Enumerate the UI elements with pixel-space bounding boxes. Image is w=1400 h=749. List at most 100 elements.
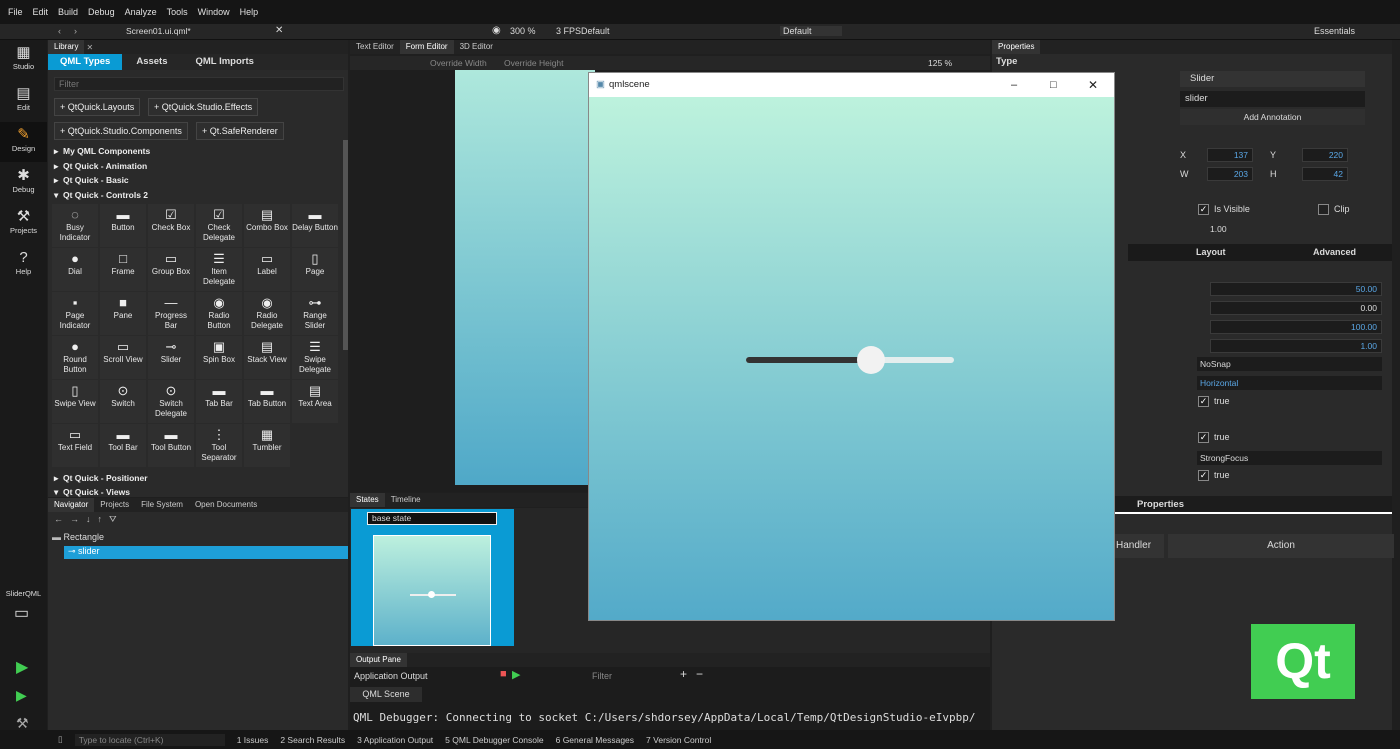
debug-run-icon[interactable]: ▶ <box>16 687 27 704</box>
tree-animation[interactable]: ▸ Qt Quick - Animation <box>54 161 147 172</box>
close-file-icon[interactable]: ✕ <box>275 25 283 36</box>
orientation-combo[interactable]: Horizontal <box>1197 376 1382 390</box>
tab-file-system[interactable]: File System <box>135 498 189 512</box>
hover-checkbox[interactable]: ✓ true <box>1198 470 1230 482</box>
component-busy-indicator[interactable]: ◌ Busy Indicator <box>52 204 98 247</box>
tree-controls-2[interactable]: ▾ Qt Quick - Controls 2 <box>54 190 148 201</box>
menu-help[interactable]: Help <box>240 7 259 17</box>
tab-advanced[interactable]: Advanced <box>1313 244 1356 261</box>
mode-help[interactable]: ? Help <box>0 245 47 285</box>
type-field[interactable]: Slider <box>1180 71 1365 87</box>
x-input[interactable]: 137 <box>1207 148 1253 162</box>
tab-states[interactable]: States <box>350 493 385 507</box>
component-slider[interactable]: ⊸ Slider <box>148 336 194 379</box>
from-input[interactable]: 0.00 <box>1210 301 1382 315</box>
tab-form-editor[interactable]: Form Editor <box>399 40 454 54</box>
slider-handle[interactable] <box>856 346 885 374</box>
menu-tools[interactable]: Tools <box>167 7 188 17</box>
locator-input[interactable]: Type to locate (Ctrl+K) <box>74 733 225 746</box>
component-text-area[interactable]: ▤ Text Area <box>292 380 338 423</box>
mode-design[interactable]: ✎ Design <box>0 122 47 162</box>
library-scrollbar[interactable] <box>343 140 348 350</box>
tab-text-editor[interactable]: Text Editor <box>350 40 400 54</box>
component-swipe-view[interactable]: ▯ Swipe View <box>52 380 98 423</box>
component-radio-button[interactable]: ◉ Radio Button <box>196 292 242 335</box>
clip-checkbox[interactable]: Clip <box>1318 204 1350 216</box>
application-output-combo[interactable]: Application Output <box>354 671 428 681</box>
tab-output-pane[interactable]: Output Pane <box>350 653 407 667</box>
status-issues[interactable]: 1 Issues <box>237 735 269 745</box>
import-studio-effects[interactable]: + QtQuick.Studio.Effects <box>148 98 259 116</box>
import-qtquick-layouts[interactable]: + QtQuick.Layouts <box>54 98 141 116</box>
component-label[interactable]: ▭ Label <box>244 248 290 291</box>
back-icon[interactable]: ‹ <box>58 26 61 36</box>
tree-node-slider[interactable]: ⊸ slider <box>64 546 348 559</box>
tree-node-rectangle[interactable]: ▬ Rectangle <box>52 532 348 544</box>
import-saferenderer[interactable]: + Qt.SafeRenderer <box>196 122 284 140</box>
monitor-icon[interactable]: ▭ <box>14 603 29 623</box>
component-progress-bar[interactable]: — Progress Bar <box>148 292 194 335</box>
override-height[interactable]: Override Height <box>504 58 564 68</box>
tab-timeline[interactable]: Timeline <box>385 493 427 507</box>
run-icon[interactable]: ▶ <box>16 657 28 677</box>
is-visible-checkbox[interactable]: ✓ Is Visible <box>1198 204 1250 216</box>
tree-positioner[interactable]: ▸ Qt Quick - Positioner <box>54 473 148 484</box>
maximize-icon[interactable]: □ <box>1050 73 1057 97</box>
w-input[interactable]: 203 <box>1207 167 1253 181</box>
component-tab-button[interactable]: ▬ Tab Button <box>244 380 290 423</box>
mode-debug[interactable]: ✱ Debug <box>0 163 47 203</box>
rerun-icon[interactable]: ▶ <box>512 668 520 681</box>
component-item-delegate[interactable]: ☰ Item Delegate <box>196 248 242 291</box>
kit-selector[interactable]: SliderQML <box>0 589 47 598</box>
menu-build[interactable]: Build <box>58 7 78 17</box>
section-type[interactable]: Type <box>996 56 1017 67</box>
close-icon[interactable]: ✕ <box>86 43 93 52</box>
slider-track[interactable] <box>746 346 954 374</box>
component-radio-delegate[interactable]: ◉ Radio Delegate <box>244 292 290 335</box>
enabled-checkbox[interactable]: ✓ true <box>1198 432 1230 444</box>
component-check-delegate[interactable]: ☑ Check Delegate <box>196 204 242 247</box>
design-rectangle[interactable] <box>455 70 595 485</box>
component-group-box[interactable]: ▭ Group Box <box>148 248 194 291</box>
tab-connection-properties[interactable]: Properties <box>1137 496 1184 514</box>
component-stack-view[interactable]: ▤ Stack View <box>244 336 290 379</box>
tab-qml-imports[interactable]: QML Imports <box>182 54 268 70</box>
tab-projects[interactable]: Projects <box>94 498 135 512</box>
zoom-in-icon[interactable]: + <box>680 667 687 681</box>
tree-my-qml-components[interactable]: ▸ My QML Components <box>54 146 150 157</box>
component-scroll-view[interactable]: ▭ Scroll View <box>100 336 146 379</box>
component-pane[interactable]: ■ Pane <box>100 292 146 335</box>
tab-assets[interactable]: Assets <box>122 54 181 70</box>
menu-file[interactable]: File <box>8 7 23 17</box>
action-button[interactable]: Action <box>1168 534 1394 558</box>
add-annotation-button[interactable]: Add Annotation <box>1180 109 1365 125</box>
close-window-icon[interactable]: ✕ <box>1088 73 1098 97</box>
component-switch[interactable]: ⊙ Switch <box>100 380 146 423</box>
focus-policy-combo[interactable]: StrongFocus <box>1197 451 1382 465</box>
snap-mode-combo[interactable]: NoSnap <box>1197 357 1382 371</box>
menu-edit[interactable]: Edit <box>33 7 49 17</box>
status-qml-debugger-console[interactable]: 5 QML Debugger Console <box>445 735 543 745</box>
zoom-combo[interactable]: 300 % <box>510 26 536 36</box>
component-combo-box[interactable]: ▤ Combo Box <box>244 204 290 247</box>
component-frame[interactable]: □ Frame <box>100 248 146 291</box>
component-tool-bar[interactable]: ▬ Tool Bar <box>100 424 146 467</box>
component-text-field[interactable]: ▭ Text Field <box>52 424 98 467</box>
component-spin-box[interactable]: ▣ Spin Box <box>196 336 242 379</box>
component-page-indicator[interactable]: ▪ Page Indicator <box>52 292 98 335</box>
h-input[interactable]: 42 <box>1302 167 1348 181</box>
component-tab-bar[interactable]: ▬ Tab Bar <box>196 380 242 423</box>
tab-properties[interactable]: Properties <box>992 40 1041 54</box>
tab-3d-editor[interactable]: 3D Editor <box>454 40 499 54</box>
menu-debug[interactable]: Debug <box>88 7 115 17</box>
tab-navigator[interactable]: Navigator <box>48 498 95 512</box>
menu-analyze[interactable]: Analyze <box>125 7 157 17</box>
component-round-button[interactable]: ● Round Button <box>52 336 98 379</box>
tab-layout[interactable]: Layout <box>1196 244 1226 261</box>
status-search-results[interactable]: 2 Search Results <box>280 735 345 745</box>
component-tool-separator[interactable]: ⋮ Tool Separator <box>196 424 242 467</box>
component-tool-button[interactable]: ▬ Tool Button <box>148 424 194 467</box>
open-file-combo[interactable]: Screen01.ui.qml* <box>126 26 191 36</box>
y-input[interactable]: 220 <box>1302 148 1348 162</box>
mode-edit[interactable]: ▤ Edit <box>0 81 47 121</box>
